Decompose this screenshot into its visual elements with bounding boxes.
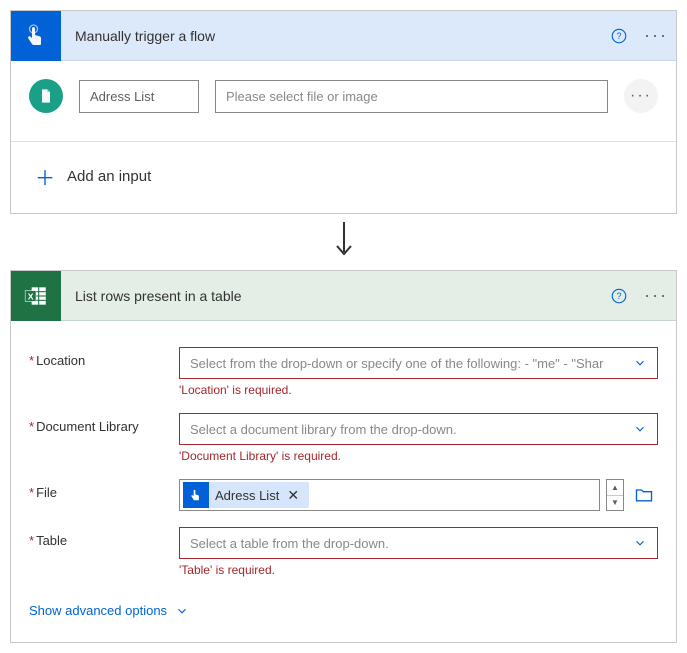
show-advanced-button[interactable]: Show advanced options xyxy=(29,603,189,618)
document-icon xyxy=(38,88,54,104)
trigger-help-button[interactable]: ? xyxy=(602,27,636,45)
action-more-button[interactable]: ··· xyxy=(636,285,676,306)
trigger-icon xyxy=(11,11,61,61)
excel-icon: X xyxy=(23,283,49,309)
library-dropdown[interactable]: Select a document library from the drop-… xyxy=(179,413,658,445)
file-input[interactable]: Adress List ✕ xyxy=(179,479,600,511)
file-picker-button[interactable] xyxy=(630,479,658,511)
file-stepper: ▲ ▼ xyxy=(606,479,624,511)
file-type-icon xyxy=(29,79,63,113)
label-file: File xyxy=(36,485,57,500)
action-help-button[interactable]: ? xyxy=(602,287,636,305)
action-icon: X xyxy=(11,271,61,321)
add-input-button[interactable]: ＋ Add an input xyxy=(29,162,658,191)
location-error: 'Location' is required. xyxy=(179,383,658,397)
svg-text:?: ? xyxy=(616,31,621,41)
location-dropdown[interactable]: Select from the drop-down or specify one… xyxy=(179,347,658,379)
touch-icon xyxy=(183,482,209,508)
trigger-header[interactable]: Manually trigger a flow ? ··· xyxy=(11,11,676,61)
file-token-label: Adress List xyxy=(215,488,283,503)
show-advanced-label: Show advanced options xyxy=(29,603,167,618)
file-token[interactable]: Adress List ✕ xyxy=(183,482,309,508)
input-name-field[interactable]: Adress List xyxy=(79,80,199,113)
token-remove-button[interactable]: ✕ xyxy=(283,487,303,504)
label-table: Table xyxy=(36,533,67,548)
trigger-card: Manually trigger a flow ? ··· Adress Lis… xyxy=(10,10,677,214)
table-error: 'Table' is required. xyxy=(179,563,658,577)
stepper-down[interactable]: ▼ xyxy=(607,496,623,511)
input-more-button[interactable]: ··· xyxy=(624,79,658,113)
action-title: List rows present in a table xyxy=(61,288,602,304)
help-icon: ? xyxy=(610,287,628,305)
trigger-title: Manually trigger a flow xyxy=(61,28,602,44)
arrow-down-icon xyxy=(333,222,355,262)
row-location: *Location Select from the drop-down or s… xyxy=(29,339,658,405)
chevron-down-icon xyxy=(627,536,647,550)
svg-text:?: ? xyxy=(616,291,621,301)
chevron-down-icon xyxy=(175,604,189,618)
plus-icon: ＋ xyxy=(35,162,55,191)
connector-arrow xyxy=(10,214,677,270)
input-value-field[interactable]: Please select file or image xyxy=(215,80,608,113)
library-error: 'Document Library' is required. xyxy=(179,449,658,463)
divider xyxy=(11,141,676,142)
row-file: *File Adress List ✕ ▲ ▼ xyxy=(29,471,658,519)
stepper-up[interactable]: ▲ xyxy=(607,480,623,496)
table-dropdown[interactable]: Select a table from the drop-down. xyxy=(179,527,658,559)
trigger-more-button[interactable]: ··· xyxy=(636,25,676,46)
action-card: X List rows present in a table ? ··· *Lo… xyxy=(10,270,677,643)
row-table: *Table Select a table from the drop-down… xyxy=(29,519,658,585)
chevron-down-icon xyxy=(627,422,647,436)
folder-icon xyxy=(634,485,654,505)
label-location: Location xyxy=(36,353,85,368)
row-library: *Document Library Select a document libr… xyxy=(29,405,658,471)
trigger-input-row: Adress List Please select file or image … xyxy=(29,79,658,113)
add-input-label: Add an input xyxy=(67,168,151,185)
label-library: Document Library xyxy=(36,419,139,434)
help-icon: ? xyxy=(610,27,628,45)
svg-text:X: X xyxy=(28,291,34,301)
action-header[interactable]: X List rows present in a table ? ··· xyxy=(11,271,676,321)
chevron-down-icon xyxy=(627,356,647,370)
touch-icon xyxy=(24,24,48,48)
